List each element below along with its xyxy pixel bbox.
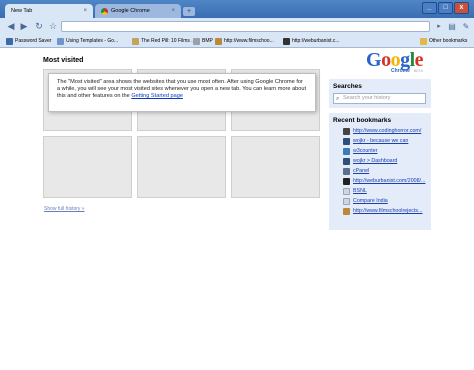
bookmark-icon xyxy=(343,137,350,145)
new-tab-page: Most visited The "Most visited" area sho… xyxy=(0,48,474,370)
recent-bookmarks-list: http://www.codinghorror.com/wojkr - beca… xyxy=(329,126,431,216)
folder-icon xyxy=(420,38,427,45)
page-icon xyxy=(57,38,64,45)
page-icon xyxy=(343,197,350,205)
back-arrow-icon[interactable]: ◀ xyxy=(5,21,17,32)
bookmark-icon xyxy=(343,177,350,185)
recent-bookmark-label: cPanel xyxy=(353,168,370,174)
recent-bookmarks-panel: Recent bookmarks http://www.codinghorror… xyxy=(329,113,431,230)
wrench-icon[interactable]: ✎ xyxy=(460,21,472,32)
bookmark-star-icon[interactable]: ☆ xyxy=(47,21,59,32)
bookmark-item[interactable]: http://www.filmschoo... xyxy=(215,37,274,46)
recent-bookmark-label: http://www.filmschoolrejects... xyxy=(353,208,423,214)
bookmark-icon xyxy=(343,157,350,165)
navigation-toolbar: ◀ ▶ ↻ ☆ ▸ ▤ ✎ xyxy=(0,18,474,35)
recent-bookmark-item[interactable]: BSNL xyxy=(329,186,431,196)
bookmark-label: Using Templates - Go... xyxy=(66,38,119,44)
recent-bookmark-item[interactable]: wojkr > Dashboard xyxy=(329,156,431,166)
tab-google-chrome[interactable]: Google Chrome × xyxy=(95,4,181,18)
recent-bookmark-label: w3counter xyxy=(353,148,378,154)
google-wordmark: Google xyxy=(366,49,424,71)
chrome-favicon-icon xyxy=(101,7,108,15)
most-visited-title: Most visited xyxy=(43,57,84,64)
title-bar: New Tab × Google Chrome × + _ □ x xyxy=(0,0,474,18)
address-bar[interactable] xyxy=(61,21,430,32)
bookmarks-bar: Password Saver Using Templates - Go... T… xyxy=(0,35,474,48)
bookmark-item[interactable]: Password Saver xyxy=(6,37,51,46)
bookmark-label: BMP xyxy=(202,38,213,44)
close-tab-icon[interactable]: × xyxy=(171,8,175,14)
bookmark-icon xyxy=(343,147,350,155)
page-icon xyxy=(343,187,350,195)
logo-badge: BETA xyxy=(414,69,423,73)
bookmark-icon xyxy=(343,167,350,175)
recent-bookmark-item[interactable]: w3counter xyxy=(329,146,431,156)
bookmark-label: The Red Pill: 10 Films ... xyxy=(141,38,196,44)
recent-bookmarks-title: Recent bookmarks xyxy=(333,117,392,124)
logo-product: Chrome xyxy=(391,68,410,74)
close-window-button[interactable]: x xyxy=(454,2,469,14)
recent-bookmark-label: BSNL xyxy=(353,188,367,194)
bookmark-item[interactable]: BMP xyxy=(193,37,213,46)
recent-bookmark-item[interactable]: cPanel xyxy=(329,166,431,176)
recent-bookmark-label: Compare India xyxy=(353,198,388,204)
thumbnail-slot[interactable] xyxy=(231,136,320,198)
thumbnail-slot[interactable] xyxy=(43,136,132,198)
show-full-history-link[interactable]: Show full history » xyxy=(44,206,85,212)
bookmark-item[interactable]: Using Templates - Go... xyxy=(57,37,118,46)
page-menu-icon[interactable]: ▤ xyxy=(446,21,458,32)
recent-bookmark-item[interactable]: http://www.codinghorror.com/ xyxy=(329,126,431,136)
page-icon xyxy=(215,38,222,45)
reload-icon[interactable]: ↻ xyxy=(33,21,45,32)
new-tab-button[interactable]: + xyxy=(183,7,195,16)
search-icon: ⌕ xyxy=(336,96,340,102)
page-icon xyxy=(132,38,139,45)
recent-bookmark-label: wojkr > Dashboard xyxy=(353,158,398,164)
thumbnail-slot[interactable] xyxy=(137,136,226,198)
google-chrome-logo: Google Chrome BETA xyxy=(366,49,428,74)
getting-started-link[interactable]: Getting Started page xyxy=(131,93,183,99)
bookmark-item[interactable]: http://weburbanist.c... xyxy=(283,37,340,46)
bookmark-label: http://weburbanist.c... xyxy=(292,38,340,44)
bookmark-item[interactable]: The Red Pill: 10 Films ... xyxy=(132,37,195,46)
most-visited-info-box: The "Most visited" area shows the websit… xyxy=(48,73,316,112)
recent-bookmark-label: http://www.codinghorror.com/ xyxy=(353,128,422,134)
recent-bookmark-item[interactable]: wojkr - because we can xyxy=(329,136,431,146)
go-arrow-icon[interactable]: ▸ xyxy=(433,21,445,32)
recent-bookmark-label: wojkr - because we can xyxy=(353,138,409,144)
tab-label: New Tab xyxy=(11,8,33,14)
minimize-button[interactable]: _ xyxy=(422,2,437,14)
recent-bookmark-item[interactable]: http://weburbanist.com/2008/... xyxy=(329,176,431,186)
bookmark-icon xyxy=(6,38,13,45)
tab-new-tab[interactable]: New Tab × xyxy=(5,4,93,18)
history-search-placeholder: Search your history xyxy=(343,95,391,101)
bookmark-icon xyxy=(343,207,350,215)
history-search-input[interactable]: ⌕ Search your history xyxy=(333,93,426,104)
page-icon xyxy=(283,38,290,45)
recent-bookmark-item[interactable]: Compare India xyxy=(329,196,431,206)
maximize-button[interactable]: □ xyxy=(438,2,453,14)
page-icon xyxy=(193,38,200,45)
bookmark-label: http://www.filmschoo... xyxy=(224,38,274,44)
recent-bookmark-item[interactable]: http://www.filmschoolrejects... xyxy=(329,206,431,216)
recent-bookmark-label: http://weburbanist.com/2008/... xyxy=(353,178,426,184)
search-box-wrap: ⌕ Search your history xyxy=(329,92,431,108)
bookmark-icon xyxy=(343,127,350,135)
searches-title: Searches xyxy=(333,83,362,90)
bookmark-label: Password Saver xyxy=(15,38,52,44)
other-bookmarks-button[interactable]: Other bookmarks xyxy=(420,37,467,46)
other-bookmarks-label: Other bookmarks xyxy=(429,38,468,44)
forward-arrow-icon[interactable]: ▶ xyxy=(18,21,30,32)
tab-label: Google Chrome xyxy=(111,8,150,14)
close-tab-icon[interactable]: × xyxy=(83,8,87,14)
